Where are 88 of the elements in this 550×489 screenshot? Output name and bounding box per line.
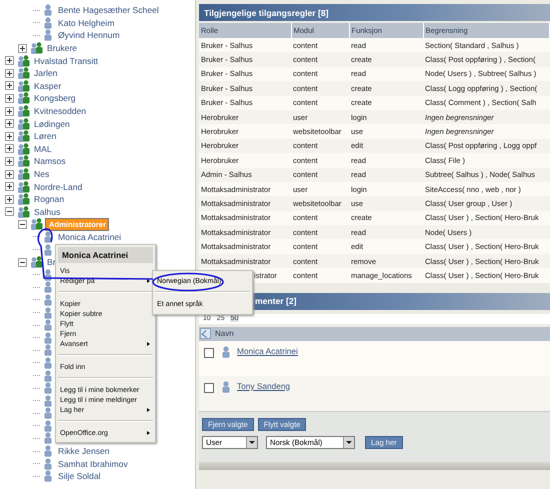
tree-item[interactable]: Salhus: [32, 206, 62, 217]
ink-ellipse: [152, 272, 224, 292]
user-group-icon: [30, 256, 43, 268]
expand-toggle-icon[interactable]: [5, 144, 14, 154]
user-group-icon: [17, 92, 30, 104]
user-icon: [43, 319, 53, 332]
user-group-icon: [17, 206, 30, 218]
user-icon: [43, 420, 53, 432]
panel-title: Tilgjengelige tilgangsregler [8]: [204, 8, 328, 18]
user-group-icon: [17, 155, 30, 168]
user-group-icon: [17, 105, 30, 118]
tree-item[interactable]: Kato Helgheim: [56, 18, 116, 28]
user-icon: [43, 244, 53, 256]
tree-item[interactable]: Monica Acatrinei: [56, 232, 124, 242]
user-icon: [43, 432, 53, 444]
tree-item[interactable]: Rognan: [32, 194, 66, 204]
tree-item[interactable]: Øyvind Hennum: [56, 30, 122, 40]
expand-toggle-icon[interactable]: [5, 119, 14, 128]
tree-item[interactable]: Bente Hagesæther Scheel: [56, 5, 161, 16]
user-icon: [43, 356, 53, 369]
member-link[interactable]: Monica Acatrinei: [237, 346, 298, 356]
user-icon: [221, 380, 231, 393]
user-icon: [43, 230, 53, 243]
tree-item[interactable]: Lødingen: [32, 118, 72, 129]
expand-toggle-icon[interactable]: [5, 182, 14, 192]
user-icon: [43, 407, 53, 420]
user-group-icon: [17, 193, 30, 206]
user-group-icon: [17, 142, 30, 155]
tree-item[interactable]: Nordre-Land: [32, 182, 84, 192]
user-icon: [43, 294, 53, 306]
user-icon: [43, 470, 53, 482]
user-icon: [43, 332, 53, 344]
column-header: Navn: [215, 329, 234, 338]
user-icon: [43, 394, 53, 407]
expand-toggle-icon[interactable]: [5, 207, 14, 216]
checkbox[interactable]: [204, 382, 214, 393]
expand-toggle-icon[interactable]: [5, 106, 14, 116]
user-group-icon: [17, 118, 30, 130]
tree-item[interactable]: MAL: [32, 144, 54, 154]
expand-toggle-icon[interactable]: [18, 258, 27, 267]
tree-item[interactable]: Kvitnesodden: [32, 106, 88, 116]
expand-toggle-icon[interactable]: [5, 81, 14, 90]
checkbox[interactable]: [204, 348, 214, 358]
tree-item[interactable]: Silje Soldal: [56, 471, 103, 482]
user-group-icon: [17, 180, 30, 193]
expand-toggle-icon[interactable]: [5, 194, 14, 204]
tree-item[interactable]: Samhat Ibrahimov: [56, 458, 130, 469]
expand-toggle-icon[interactable]: [5, 94, 14, 103]
invert-selection-icon[interactable]: [200, 328, 211, 340]
tree-item[interactable]: Kasper: [32, 80, 64, 91]
tree-item[interactable]: Jarlen: [32, 68, 60, 78]
user-icon: [43, 344, 53, 356]
expand-toggle-icon[interactable]: [18, 44, 27, 53]
user-icon: [43, 29, 53, 42]
expand-toggle-icon[interactable]: [5, 156, 14, 166]
tree-item[interactable]: Brukere: [45, 43, 80, 54]
tree-item[interactable]: Hvalstad Transitt: [32, 56, 100, 66]
expand-toggle-icon[interactable]: [18, 220, 27, 229]
user-group-icon: [17, 130, 30, 142]
tree-item[interactable]: Namsos: [32, 156, 68, 166]
user-group-icon: [17, 67, 30, 80]
user-icon: [43, 4, 53, 16]
tree-item[interactable]: Br: [45, 257, 58, 268]
user-group-icon: [30, 218, 43, 230]
member-link[interactable]: Tony Sandeng: [237, 380, 290, 391]
user-icon: [43, 306, 53, 319]
user-icon: [43, 268, 53, 281]
user-group-icon: [30, 42, 43, 54]
user-group-icon: [17, 80, 30, 92]
panel-title: menter [2]: [255, 296, 297, 306]
tree-item[interactable]: Løren: [32, 131, 58, 142]
user-group-icon: [17, 54, 30, 67]
user-icon: [221, 346, 231, 358]
user-group-icon: [17, 168, 30, 180]
tree-item[interactable]: Kongsberg: [32, 93, 78, 104]
tree-item[interactable]: Rikke Jensen: [56, 446, 112, 456]
user-icon: [43, 16, 53, 29]
expand-toggle-icon[interactable]: [5, 132, 14, 141]
user-icon: [43, 445, 53, 458]
user-icon: [43, 370, 53, 382]
user-icon: [43, 281, 53, 294]
expand-toggle-icon[interactable]: [5, 56, 14, 66]
tree-item[interactable]: Nes: [32, 169, 52, 180]
user-icon: [43, 458, 53, 470]
user-icon: [43, 382, 53, 394]
expand-toggle-icon[interactable]: [5, 68, 14, 78]
expand-toggle-icon[interactable]: [5, 170, 14, 179]
menu-title: Monica Acatrinei: [58, 247, 153, 263]
